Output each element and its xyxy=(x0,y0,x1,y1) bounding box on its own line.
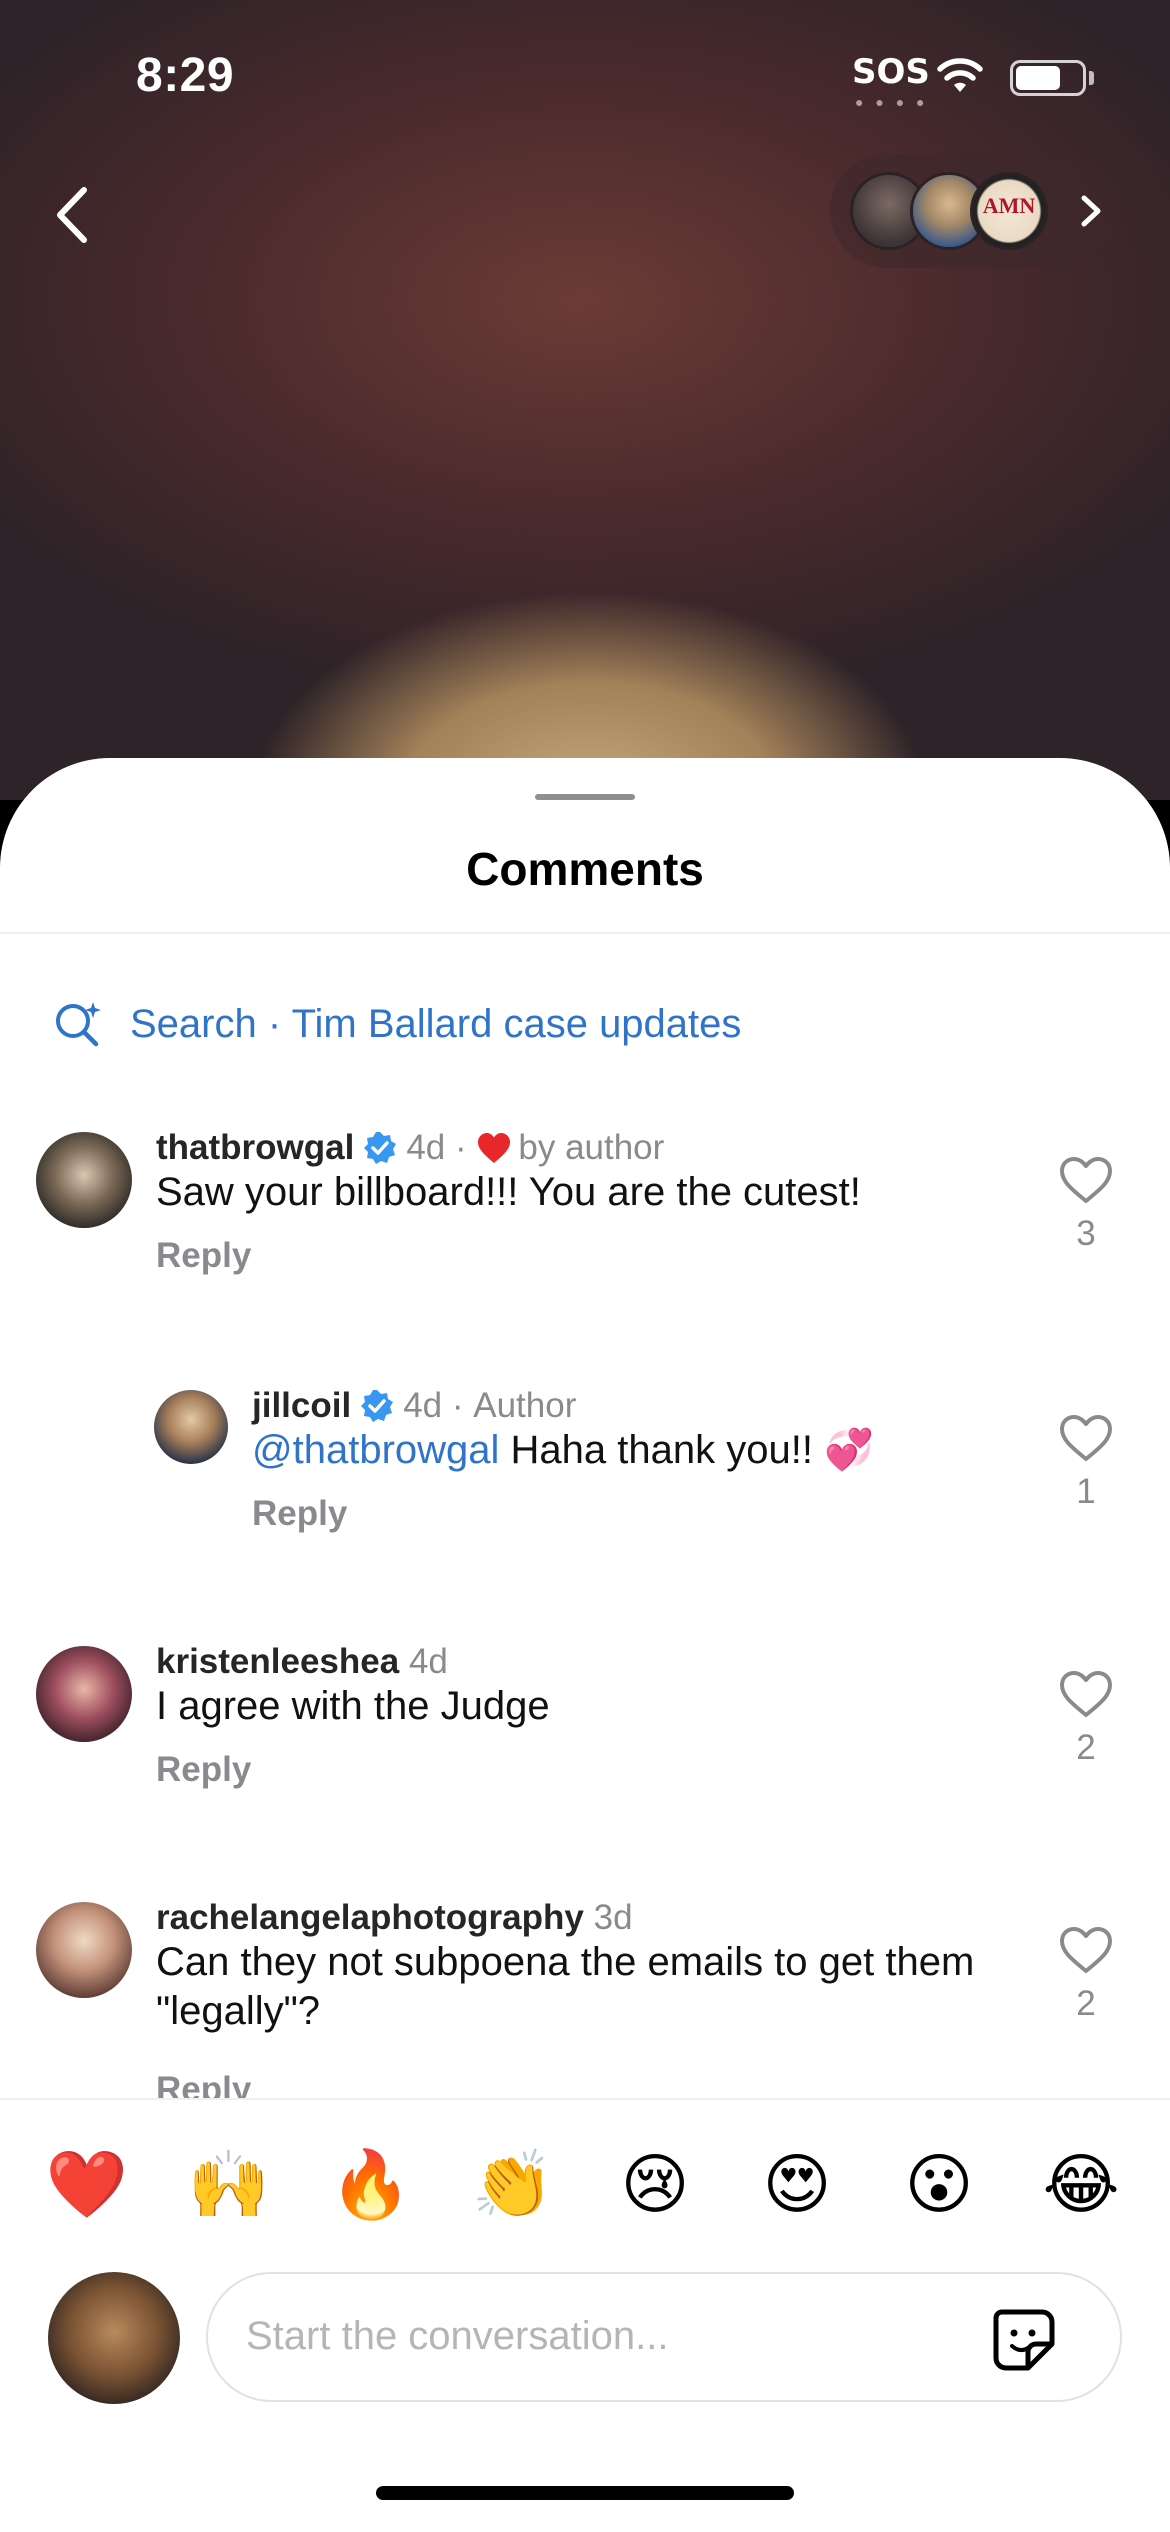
emoji-laughing[interactable]: 😂 xyxy=(1036,2140,1126,2230)
home-indicator xyxy=(376,2486,794,2500)
like-count: 1 xyxy=(1076,1472,1096,1511)
comment-text: Can they not subpoena the emails to get … xyxy=(156,1940,975,2033)
emoji-surprised[interactable]: 😮 xyxy=(894,2140,984,2230)
reply-button-clipped[interactable]: Reply xyxy=(156,2070,356,2098)
comment-input-placeholder: Start the conversation... xyxy=(246,2314,669,2358)
stories-pill[interactable]: AMN xyxy=(830,154,1122,268)
comment-text: @thatbrowgal Haha thank you!! 💞 xyxy=(252,1426,874,1475)
comment-time: 3d xyxy=(593,1898,633,1937)
wifi-icon xyxy=(937,58,983,92)
sticker-icon[interactable] xyxy=(988,2304,1060,2376)
heart-outline-icon[interactable] xyxy=(1058,1154,1114,1206)
comment-header: thatbrowgal 4d · by author xyxy=(156,1128,664,1168)
reply-button[interactable]: Reply xyxy=(156,1750,251,1790)
mention-link[interactable]: @thatbrowgal xyxy=(252,1428,499,1472)
battery-icon xyxy=(1010,60,1086,96)
comments-sheet: Comments Search · Tim Ballard case updat… xyxy=(0,758,1170,2532)
heart-outline-icon[interactable] xyxy=(1058,1924,1114,1976)
sheet-title: Comments xyxy=(466,843,704,895)
reply-button[interactable]: Reply xyxy=(252,1494,347,1534)
status-time: 8:29 xyxy=(136,49,235,102)
verified-badge-icon xyxy=(364,1132,397,1164)
comment-header: kristenleeshea 4d xyxy=(156,1642,448,1682)
emoji-fire[interactable]: 🔥 xyxy=(326,2140,416,2230)
comment-username[interactable]: kristenleeshea xyxy=(156,1642,399,1682)
search-sparkle-icon xyxy=(56,1002,101,1047)
avatar[interactable] xyxy=(154,1390,228,1464)
emoji-raised-hands[interactable]: 🙌 xyxy=(184,2140,274,2230)
back-button[interactable] xyxy=(44,180,104,250)
divider xyxy=(0,2098,1170,2100)
divider xyxy=(0,932,1170,934)
heart-outline-icon[interactable] xyxy=(1058,1668,1114,1720)
signal-dots-icon: ● ● ● ● xyxy=(855,94,929,110)
search-suggestion[interactable]: Search · Tim Ballard case updates xyxy=(52,994,741,1054)
comment-header: rachelangelaphotography 3d xyxy=(156,1898,633,1938)
heart-outline-icon[interactable] xyxy=(1058,1412,1114,1464)
comment-time: 4d xyxy=(406,1128,446,1167)
chevron-right-icon[interactable] xyxy=(1070,188,1110,234)
verified-badge-icon xyxy=(361,1390,394,1422)
my-avatar xyxy=(48,2272,180,2404)
battery-tip xyxy=(1089,71,1094,85)
emoji-heart-eyes[interactable]: 😍 xyxy=(752,2140,842,2230)
avatar[interactable] xyxy=(36,1902,132,1998)
emoji-clap[interactable]: 👏 xyxy=(468,2140,558,2230)
sos-indicator: SOS xyxy=(852,52,930,92)
reply-button[interactable]: Reply xyxy=(156,2070,251,2098)
reply-button[interactable]: Reply xyxy=(156,1236,251,1276)
story-avatar[interactable]: AMN xyxy=(970,172,1048,250)
comment-username[interactable]: jillcoil xyxy=(252,1386,351,1426)
meta-separator: · xyxy=(442,1386,474,1425)
status-bar: 8:29 SOS ● ● ● ● xyxy=(0,0,1170,150)
comment-username[interactable]: rachelangelaphotography xyxy=(156,1898,584,1938)
like-count: 3 xyxy=(1076,1214,1096,1253)
emoji-heart[interactable]: ❤️ xyxy=(42,2140,132,2230)
emoji-crying[interactable]: 😢 xyxy=(610,2140,700,2230)
comment-username[interactable]: thatbrowgal xyxy=(156,1128,354,1168)
avatar[interactable] xyxy=(36,1646,132,1742)
meta-space xyxy=(399,1642,409,1682)
comment-text: I agree with the Judge xyxy=(156,1684,550,1728)
story-avatar-label: AMN xyxy=(982,193,1036,218)
comment-time: 4d xyxy=(408,1642,448,1681)
like-count: 2 xyxy=(1076,1728,1096,1767)
meta-separator: · xyxy=(445,1128,477,1167)
avatar[interactable] xyxy=(36,1132,132,1228)
comment-input[interactable]: Start the conversation... xyxy=(206,2272,1122,2402)
comment-header: jillcoil 4d · Author xyxy=(252,1386,576,1426)
like-count: 2 xyxy=(1076,1984,1096,2023)
author-label: Author xyxy=(473,1386,577,1425)
liked-by-author-label: by author xyxy=(518,1128,665,1167)
comment-time: 4d xyxy=(403,1386,443,1425)
comment-text: Saw your billboard!!! You are the cutest… xyxy=(156,1170,861,1214)
heart-filled-icon xyxy=(478,1133,511,1163)
sheet-grabber[interactable] xyxy=(535,794,635,800)
search-suggestion-label: Search · Tim Ballard case updates xyxy=(130,1001,742,1046)
comment-body: Haha thank you!! 💞 xyxy=(510,1428,874,1472)
meta-space xyxy=(584,1898,594,1938)
